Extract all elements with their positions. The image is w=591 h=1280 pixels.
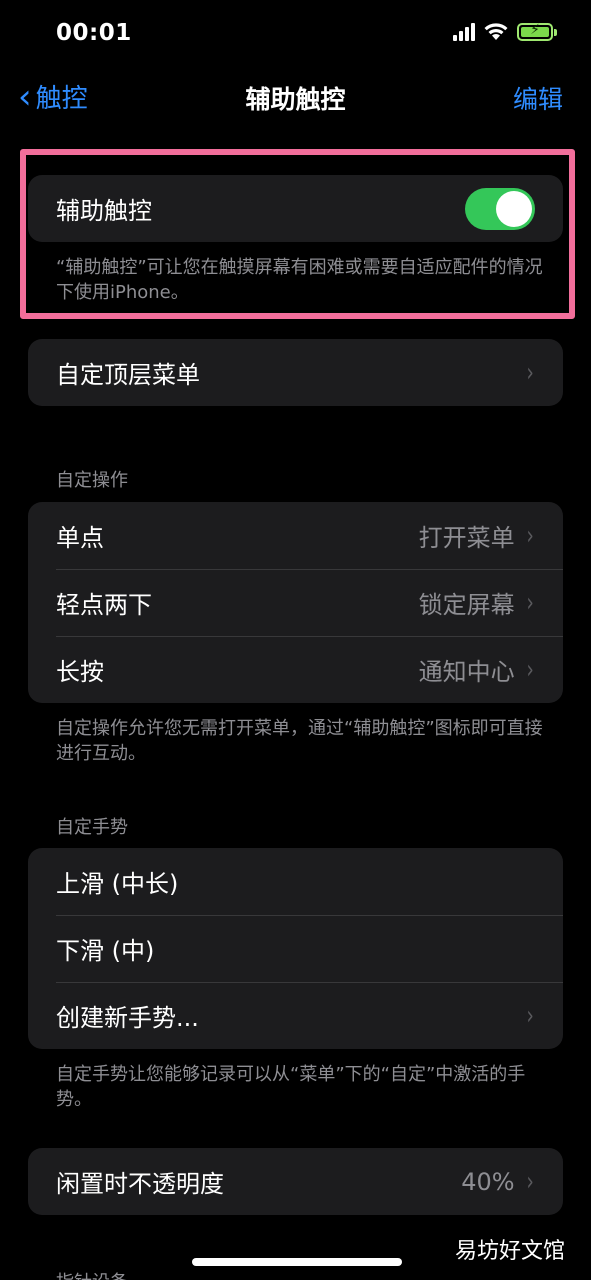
status-icons: ⚡ — [453, 22, 557, 42]
gesture-label: 创建新手势... — [56, 1004, 199, 1032]
action-label: 长按 — [56, 658, 104, 686]
action-value: 打开菜单 — [418, 524, 515, 552]
action-row-long-press[interactable]: 长按 通知中心 › — [28, 636, 563, 703]
chevron-right-icon: › — [526, 357, 534, 388]
edit-button[interactable]: 编辑 — [513, 80, 563, 116]
assistive-touch-label: 辅助触控 — [56, 197, 152, 225]
wifi-icon — [484, 23, 508, 40]
action-label: 单点 — [56, 524, 104, 552]
idle-opacity-label: 闲置时不透明度 — [56, 1170, 224, 1198]
gesture-label: 上滑 (中长) — [56, 870, 179, 898]
pointer-devices-header: 指针设备 — [56, 1268, 128, 1280]
battery-charging-icon: ⚡ — [517, 22, 557, 41]
gesture-row-swipe-down[interactable]: 下滑 (中) — [28, 915, 563, 982]
chevron-right-icon: › — [526, 587, 534, 618]
page-title: 辅助触控 — [245, 85, 346, 114]
assistive-touch-group: 辅助触控 — [28, 175, 563, 242]
action-value: 通知中心 — [418, 658, 515, 686]
home-indicator[interactable] — [192, 1258, 402, 1266]
status-bar: 00:01 ⚡ — [0, 0, 591, 66]
chevron-right-icon: › — [526, 1166, 534, 1197]
assistive-touch-toggle[interactable] — [465, 187, 535, 230]
status-time: 00:01 — [56, 20, 132, 46]
custom-top-menu-row[interactable]: 自定顶层菜单 › — [28, 339, 563, 406]
custom-actions-footer: 自定操作允许您无需打开菜单，通过“辅助触控”图标即可直接进行互动。 — [56, 718, 543, 764]
chevron-right-icon: › — [526, 1000, 534, 1031]
watermark: 易坊好文馆 — [454, 1239, 565, 1264]
custom-actions-header: 自定操作 — [56, 470, 128, 491]
action-row-single-tap[interactable]: 单点 打开菜单 › — [28, 502, 563, 569]
idle-opacity-value: 40% — [461, 1167, 515, 1196]
gesture-row-swipe-up[interactable]: 上滑 (中长) — [28, 848, 563, 915]
action-label: 轻点两下 — [56, 591, 152, 619]
custom-gestures-footer: 自定手势让您能够记录可以从“菜单”下的“自定”中激活的手势。 — [56, 1064, 526, 1110]
navigation-bar: ‹ 触控 辅助触控 编辑 — [0, 66, 591, 126]
custom-gestures-header: 自定手势 — [56, 817, 128, 838]
chevron-right-icon: › — [526, 654, 534, 685]
assistive-touch-footer: “辅助触控”可让您在触摸屏幕有困难或需要自适应配件的情况下使用iPhone。 — [56, 257, 543, 303]
idle-opacity-row[interactable]: 闲置时不透明度 40% › — [28, 1148, 563, 1215]
action-value: 锁定屏幕 — [418, 591, 515, 619]
gesture-label: 下滑 (中) — [56, 937, 155, 965]
idle-opacity-group: 闲置时不透明度 40% › — [28, 1148, 563, 1215]
action-row-double-tap[interactable]: 轻点两下 锁定屏幕 › — [28, 569, 563, 636]
custom-gestures-group: 上滑 (中长) 下滑 (中) 创建新手势... › — [28, 848, 563, 1049]
chevron-right-icon: › — [526, 520, 534, 551]
custom-actions-group: 单点 打开菜单 › 轻点两下 锁定屏幕 › 长按 通知中心 › — [28, 502, 563, 703]
custom-top-menu-label: 自定顶层菜单 — [56, 361, 200, 389]
assistive-touch-row: 辅助触控 — [28, 175, 563, 242]
toggle-knob — [496, 190, 532, 227]
custom-top-menu-group: 自定顶层菜单 › — [28, 339, 563, 406]
create-new-gesture-row[interactable]: 创建新手势... › — [28, 982, 563, 1049]
cellular-signal-icon — [453, 23, 475, 41]
